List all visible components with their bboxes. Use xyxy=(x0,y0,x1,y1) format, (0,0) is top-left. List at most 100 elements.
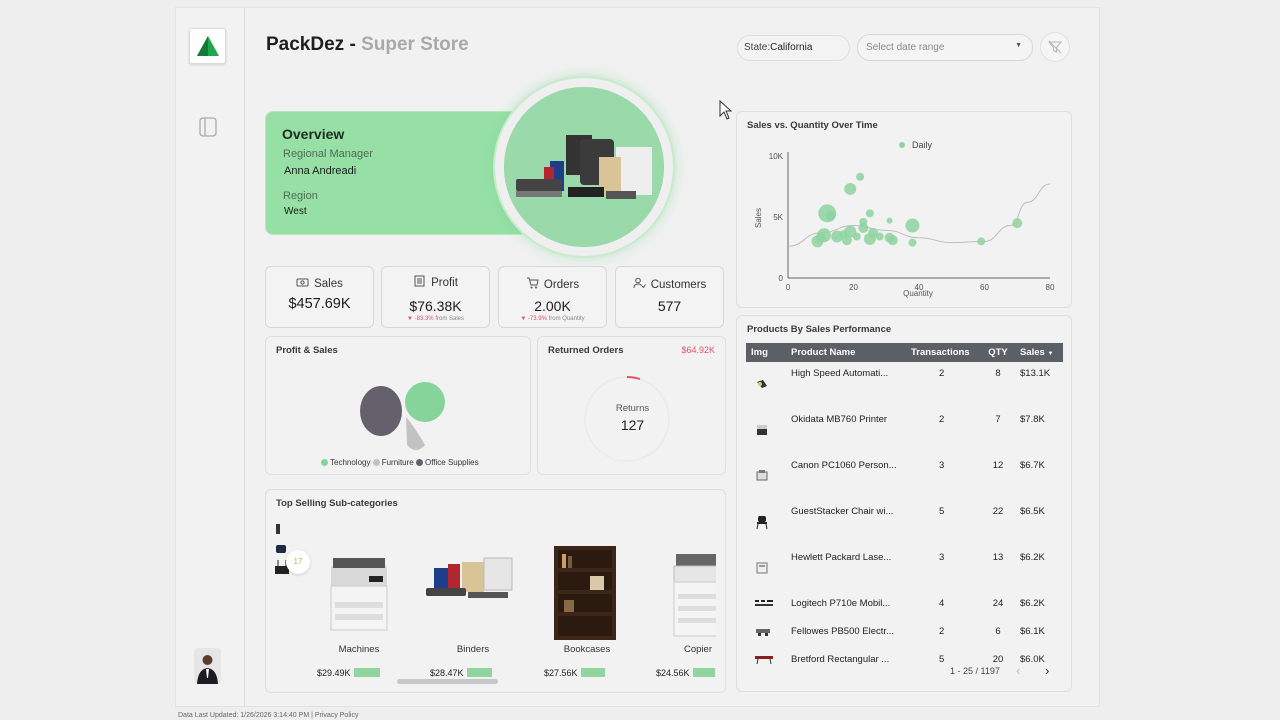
kpi-profit-delta-value: -83.3% xyxy=(414,316,434,322)
product-image xyxy=(746,454,786,500)
privacy-policy-link[interactable]: Privacy Policy xyxy=(315,712,359,719)
bookcases-image xyxy=(554,546,616,640)
col-product-name[interactable]: Product Name xyxy=(786,343,906,362)
date-range-select[interactable]: Select date range ▼ xyxy=(857,34,1033,61)
logo[interactable] xyxy=(189,28,226,64)
y-axis-label: Sales xyxy=(754,208,763,228)
product-name: Canon PC1060 Person... xyxy=(791,460,897,471)
user-avatar[interactable] xyxy=(194,648,221,684)
binders-image xyxy=(426,557,513,598)
logo-icon xyxy=(196,36,219,56)
overview-title: Overview xyxy=(282,126,345,142)
y-tick-label: 5K xyxy=(773,213,783,222)
carousel-scrollbar[interactable] xyxy=(397,679,498,684)
manager-name: Anna Andreadi xyxy=(284,165,357,177)
top-subcategories-card: Top Selling Sub-categories 17 Machines B… xyxy=(265,489,726,693)
kpi-profit-value: $76.38K xyxy=(409,298,462,314)
subcategory-name: Copier xyxy=(684,644,712,655)
data-point xyxy=(908,238,917,247)
brand-name: PackDez xyxy=(266,34,345,55)
product-name: Okidata MB760 Printer xyxy=(791,414,888,425)
col-transactions[interactable]: Transactions xyxy=(906,343,981,362)
sidebar xyxy=(176,8,245,706)
returned-orders-card: Returned Orders $64.92K Returns 127 xyxy=(537,336,726,475)
kpi-profit-delta-note: from Sales xyxy=(435,316,464,322)
kpi-profit-label-text: Profit xyxy=(431,277,458,289)
subcategory-name: Bookcases xyxy=(563,644,611,655)
sidebar-toggle-icon[interactable] xyxy=(197,116,219,138)
kpi-sales[interactable]: Sales $457.69K xyxy=(265,266,374,328)
data-point xyxy=(852,232,861,241)
kpi-orders-label: Orders xyxy=(499,277,606,291)
kpi-customers-label: Customers xyxy=(616,277,723,291)
profit-sales-legend: Technology Furniture Office Supplies xyxy=(321,458,479,467)
subcategory-value-text: $27.56K xyxy=(544,668,578,678)
product-sales: $13.1K xyxy=(1020,368,1051,379)
table-row[interactable]: Logitech P710e Mobil... 4 24 $6.2K xyxy=(746,592,1063,620)
data-point xyxy=(817,228,832,243)
kpi-profit[interactable]: Profit $76.38K ▼ -83.3% from Sales xyxy=(381,266,490,328)
col-sales[interactable]: Sales ▼ xyxy=(1015,343,1063,362)
product-qty: 13 xyxy=(992,552,1004,563)
product-image xyxy=(746,648,786,676)
returns-label: Returns xyxy=(615,403,650,414)
legend-daily: Daily xyxy=(912,140,933,150)
manager-label: Regional Manager xyxy=(283,148,373,160)
table-row[interactable]: GuestStacker Chair wi... 5 22 $6.5K xyxy=(746,500,1063,546)
subcategory-rank-badge: 17 xyxy=(286,550,310,574)
kpi-orders[interactable]: Orders 2.00K ▼ -73.9% from Quantity xyxy=(498,266,607,328)
product-name: Logitech P710e Mobil... xyxy=(791,598,891,609)
col-img[interactable]: Img xyxy=(746,343,786,362)
subcategory-share-bar xyxy=(692,668,715,677)
product-qty: 6 xyxy=(995,626,1001,637)
state-filter[interactable]: State:California xyxy=(737,35,850,61)
prev-page-icon[interactable]: ‹ xyxy=(1016,663,1020,678)
col-qty[interactable]: QTY xyxy=(981,343,1015,362)
subcategory-name: Machines xyxy=(338,644,380,655)
table-row[interactable]: Canon PC1060 Person... 3 12 $6.7K xyxy=(746,454,1063,500)
kpi-profit-label: Profit xyxy=(382,275,489,289)
kpi-orders-label-text: Orders xyxy=(543,279,580,291)
subcategory-value: $29.49K xyxy=(317,668,380,678)
product-sales: $6.1K xyxy=(1020,626,1045,637)
kpi-sales-label-text: Sales xyxy=(314,278,343,290)
overview-image-frame xyxy=(495,78,673,256)
product-sales: $6.2K xyxy=(1020,598,1045,609)
down-arrow-icon: ▼ xyxy=(520,316,527,322)
table-row[interactable]: High Speed Automati... 2 8 $13.1K xyxy=(746,362,1063,408)
subcategory-value: $27.56K xyxy=(544,668,605,678)
product-qty: 22 xyxy=(992,506,1004,517)
date-range-placeholder: Select date range xyxy=(866,42,945,53)
data-point xyxy=(865,209,874,218)
kpi-customers[interactable]: Customers 577 xyxy=(615,266,724,328)
machines-image xyxy=(330,558,388,631)
product-image xyxy=(746,546,786,592)
next-page-icon[interactable]: › xyxy=(1045,663,1049,678)
sales-quantity-chart: 0 20 40 60 8005K10K Daily Quantity Sales xyxy=(754,140,1055,298)
bubble-office-supplies xyxy=(360,386,402,436)
legend-furniture: Furniture xyxy=(381,458,414,467)
kpi-orders-delta-note: from Quantity xyxy=(548,316,585,322)
subcategory-name: Binders xyxy=(456,644,490,655)
product-qty: 12 xyxy=(992,460,1004,471)
product-transactions: 5 xyxy=(939,506,945,517)
product-transactions: 3 xyxy=(939,552,945,563)
data-point xyxy=(856,172,865,181)
table-row[interactable]: Okidata MB760 Printer 2 7 $7.8K xyxy=(746,408,1063,454)
footer: Data Last Updated: 1/26/2026 3:14:40 PM … xyxy=(178,712,358,719)
y-tick-label: 0 xyxy=(779,274,784,283)
product-image xyxy=(746,620,786,648)
profit-sales-card: Profit & Sales Technology Furniture Offi… xyxy=(265,336,531,475)
data-point xyxy=(887,235,898,246)
product-name: High Speed Automati... xyxy=(791,368,889,379)
subcategory-carousel[interactable]: 17 Machines Binders Bookcases Copier $29… xyxy=(274,520,716,685)
product-sales: $7.8K xyxy=(1020,414,1045,425)
clear-filter-button[interactable] xyxy=(1040,32,1070,62)
table-row[interactable]: Hewlett Packard Lase... 3 13 $6.2K xyxy=(746,546,1063,592)
sort-desc-icon: ▼ xyxy=(1047,351,1054,357)
subcategory-share-bar xyxy=(466,668,492,677)
x-axis-label: Quantity xyxy=(903,289,933,298)
region-label: Region xyxy=(283,190,318,202)
money-icon xyxy=(296,277,309,288)
table-row[interactable]: Fellowes PB500 Electr... 2 6 $6.1K xyxy=(746,620,1063,648)
